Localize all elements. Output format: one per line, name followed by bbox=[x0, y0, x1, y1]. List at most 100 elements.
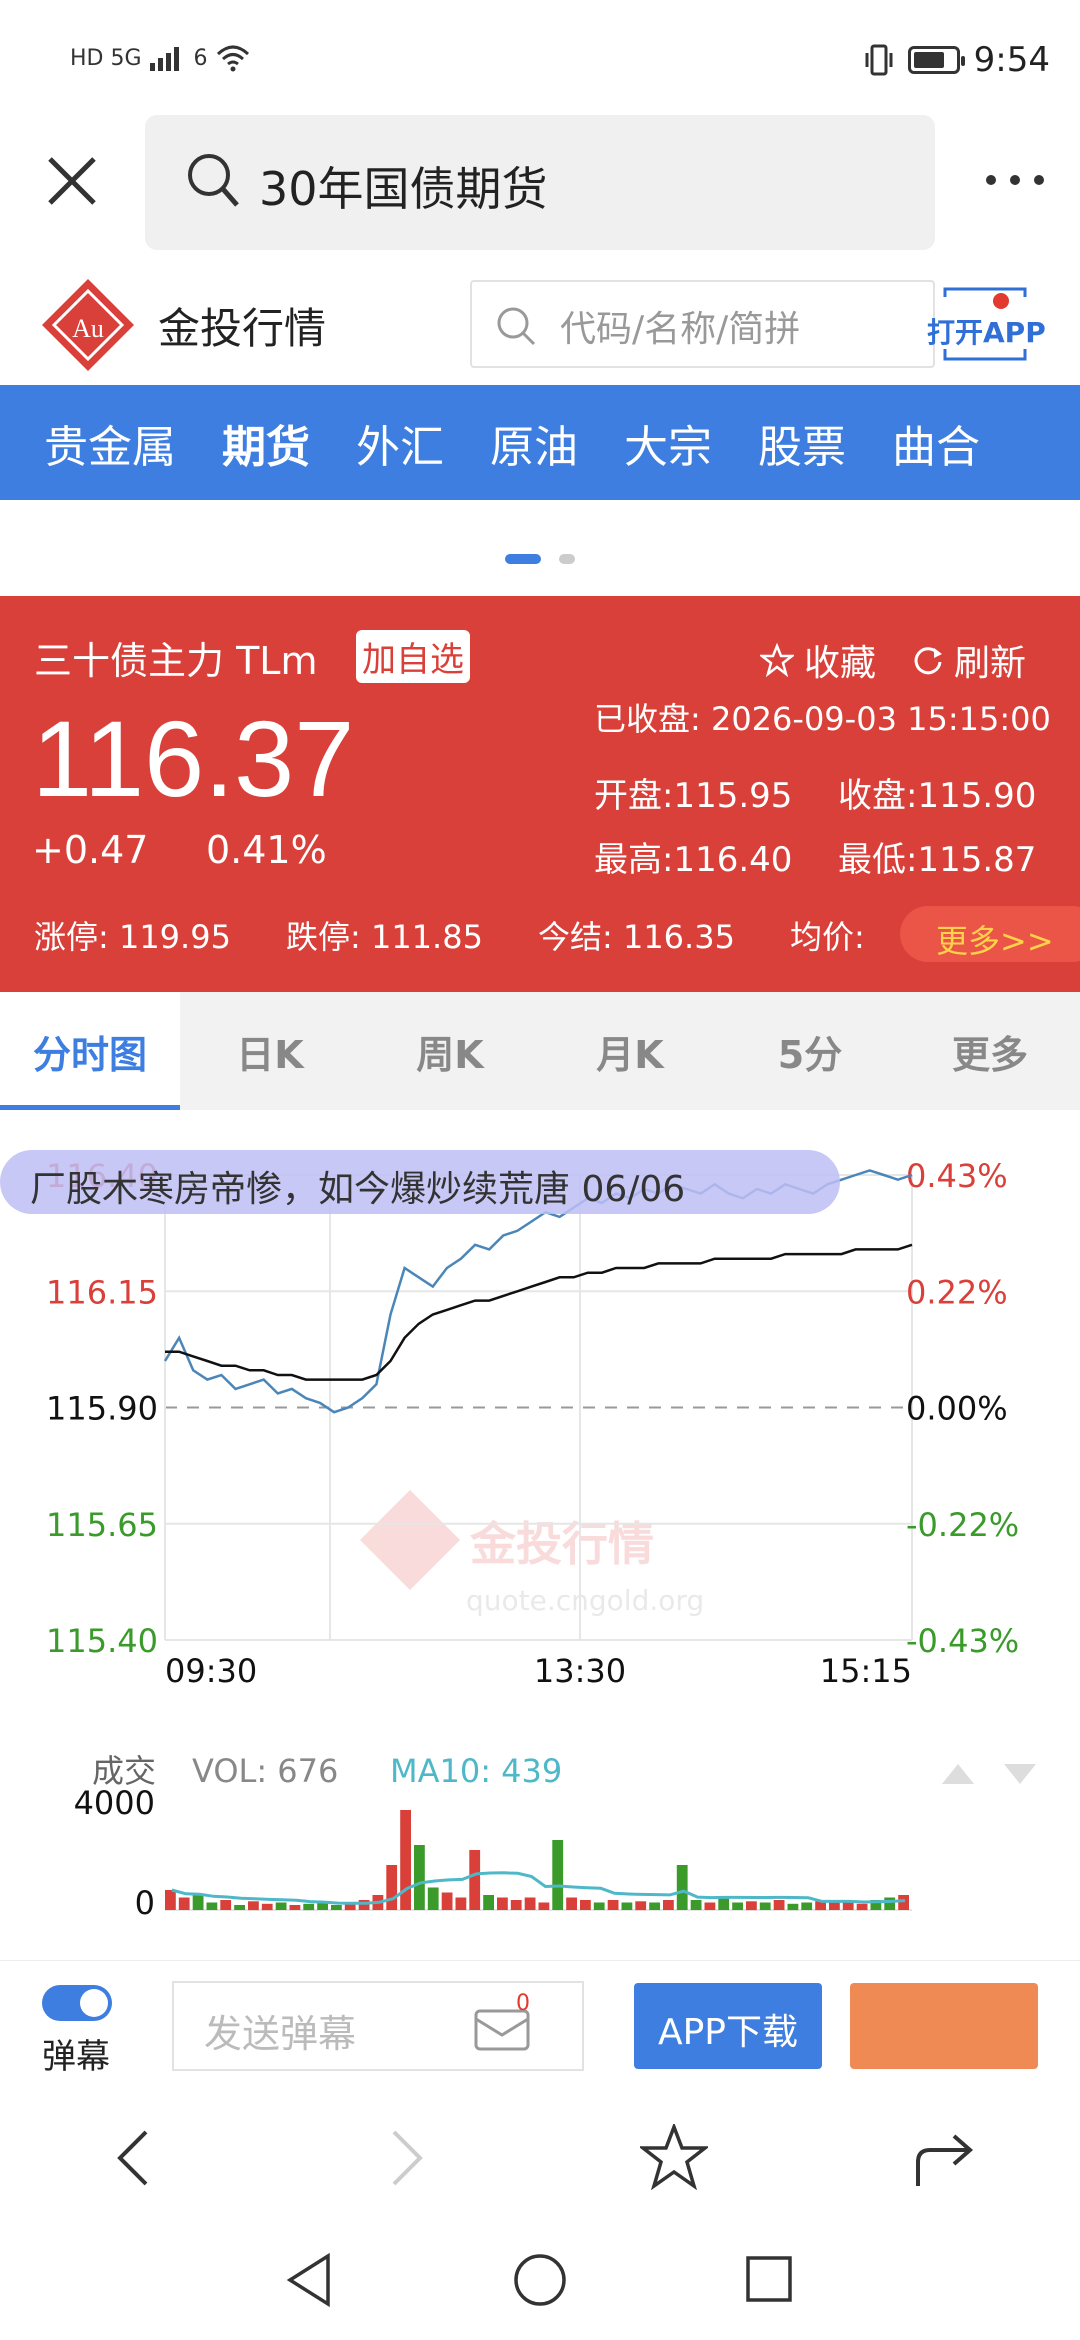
tab-5min[interactable]: 5分 bbox=[720, 992, 900, 1110]
nav-item-forex[interactable]: 外汇 bbox=[356, 411, 444, 475]
address-bar[interactable]: 30年国债期货 bbox=[145, 115, 935, 250]
volume-bar bbox=[165, 1890, 176, 1910]
close-icon[interactable] bbox=[44, 153, 100, 209]
volume-bar bbox=[441, 1892, 453, 1910]
vibrate-icon bbox=[865, 44, 893, 76]
add-watchlist-button[interactable]: 加自选 bbox=[356, 630, 470, 683]
volume-bar bbox=[787, 1903, 799, 1911]
open-app-button[interactable]: 打开APP bbox=[925, 285, 1046, 365]
forward-icon[interactable] bbox=[388, 2128, 428, 2188]
y-tick-label-right: 0.43% bbox=[906, 1157, 1008, 1195]
limit-up: 涨停: 119.95 bbox=[34, 918, 231, 956]
site-search-placeholder: 代码/名称/简拼 bbox=[560, 309, 801, 350]
volume-bar bbox=[856, 1903, 868, 1911]
volume-bar bbox=[289, 1905, 301, 1910]
carousel-pager[interactable] bbox=[0, 554, 1080, 564]
x-tick-label: 13:30 bbox=[534, 1652, 626, 1690]
danmu-toggle[interactable] bbox=[42, 1985, 112, 2021]
high-price: 最高:116.40 bbox=[594, 840, 793, 880]
pager-dot[interactable] bbox=[559, 554, 575, 564]
danmu-placeholder: 发送弹幕 bbox=[204, 2012, 357, 2056]
tab-more[interactable]: 更多 bbox=[900, 992, 1080, 1110]
site-logo[interactable]: Au bbox=[40, 277, 136, 373]
volume-bar bbox=[704, 1902, 716, 1910]
search-query: 30年国债期货 bbox=[259, 162, 548, 216]
search-icon bbox=[497, 307, 536, 346]
system-recents-icon[interactable] bbox=[744, 2254, 794, 2304]
y-axis-left: 116.40116.15115.90115.65115.40 bbox=[46, 1157, 158, 1660]
nav-item-more[interactable]: 曲合 bbox=[892, 411, 980, 475]
danmu-input[interactable]: 发送弹幕 0 bbox=[172, 1981, 584, 2071]
tab-weekly-k[interactable]: 周K bbox=[360, 992, 540, 1110]
nav-item-precious-metals[interactable]: 贵金属 bbox=[44, 411, 176, 475]
volume-header: 成交 VOL: 676 MA10: 439 bbox=[92, 1752, 1036, 1790]
volume-bar bbox=[593, 1902, 605, 1910]
pager-dot-active[interactable] bbox=[505, 554, 541, 564]
volume-bar bbox=[331, 1905, 342, 1910]
favorite-button[interactable]: 收藏 bbox=[760, 634, 876, 686]
system-home-icon[interactable] bbox=[512, 2252, 568, 2308]
nav-item-crude-oil[interactable]: 原油 bbox=[490, 411, 578, 475]
refresh-button[interactable]: 刷新 bbox=[912, 634, 1026, 686]
volume-bar bbox=[635, 1901, 647, 1911]
system-back-icon[interactable] bbox=[284, 2252, 334, 2308]
status-right: 9:54 bbox=[864, 40, 1050, 80]
back-icon[interactable] bbox=[112, 2128, 152, 2188]
volume-bar bbox=[663, 1900, 674, 1910]
danmu-ticker[interactable]: 厂股木寒房帝惨，如今爆炒续荒唐 06/06 bbox=[0, 1150, 840, 1214]
wifi-icon bbox=[216, 45, 249, 72]
tab-intraday[interactable]: 分时图 bbox=[0, 992, 180, 1110]
intraday-chart[interactable]: 金投行情 quote.cngold.org 116.40116.15115.90… bbox=[0, 1110, 1080, 1930]
action-button[interactable] bbox=[850, 1983, 1038, 2069]
battery-icon bbox=[907, 46, 965, 74]
x-axis: 09:30 13:30 15:15 bbox=[165, 1652, 912, 1690]
chart-watermark: 金投行情 quote.cngold.org bbox=[360, 1490, 704, 1617]
zoom-out-icon[interactable] bbox=[1004, 1764, 1036, 1784]
volume-bar bbox=[676, 1865, 688, 1910]
volume-bar bbox=[261, 1903, 273, 1911]
x-tick-label: 09:30 bbox=[165, 1652, 257, 1690]
volume-bar bbox=[538, 1902, 550, 1910]
volume-bar bbox=[455, 1897, 467, 1910]
tab-monthly-k[interactable]: 月K bbox=[540, 992, 720, 1110]
market-status: 已收盘: 2026-09-03 15:15:00 bbox=[594, 700, 1051, 738]
nav-item-futures[interactable]: 期货 bbox=[222, 411, 310, 475]
site-search-input[interactable]: 代码/名称/简拼 bbox=[470, 280, 935, 368]
browser-toolbar bbox=[0, 2092, 1080, 2222]
volume-value: VOL: 676 bbox=[192, 1752, 338, 1790]
volume-bar bbox=[759, 1902, 771, 1910]
volume-tick-label: 4000 bbox=[74, 1784, 155, 1822]
app-download-button[interactable]: APP下载 bbox=[634, 1983, 822, 2069]
category-nav: 贵金属 期货 外汇 原油 大宗 股票 曲合 bbox=[0, 385, 1080, 500]
volume-bar bbox=[842, 1902, 854, 1910]
more-details-button[interactable]: 更多>> bbox=[900, 906, 1080, 962]
volume-bar bbox=[178, 1897, 190, 1910]
volume-bar bbox=[469, 1850, 481, 1910]
volume-bar bbox=[248, 1901, 259, 1911]
volume-bar bbox=[580, 1900, 591, 1910]
volume-tick-label: 0 bbox=[135, 1884, 155, 1922]
volume-bar bbox=[898, 1895, 909, 1910]
y-tick-label: 116.15 bbox=[46, 1273, 158, 1311]
notification-dot bbox=[993, 293, 1009, 309]
volume-bar bbox=[234, 1905, 245, 1910]
nav-item-stocks[interactable]: 股票 bbox=[758, 411, 846, 475]
more-menu-icon[interactable] bbox=[986, 175, 1044, 185]
refresh-label: 刷新 bbox=[954, 643, 1027, 684]
wifi-label: 6 bbox=[193, 45, 208, 71]
volume-bar bbox=[649, 1902, 660, 1910]
zoom-in-icon[interactable] bbox=[942, 1764, 974, 1784]
average-line bbox=[165, 1243, 913, 1381]
comment-bar: 弹幕 发送弹幕 0 APP下载 bbox=[0, 1960, 1080, 2090]
y-tick-label-right: -0.22% bbox=[906, 1506, 1019, 1544]
volume-bar bbox=[621, 1902, 633, 1910]
share-icon[interactable] bbox=[912, 2132, 976, 2188]
nav-item-commodities[interactable]: 大宗 bbox=[624, 411, 712, 475]
tab-daily-k[interactable]: 日K bbox=[180, 992, 360, 1110]
volume-bar bbox=[358, 1900, 370, 1910]
volume-bar bbox=[220, 1900, 232, 1910]
volume-bar bbox=[510, 1900, 522, 1910]
bookmark-star-icon[interactable] bbox=[640, 2124, 708, 2190]
volume-bar bbox=[773, 1900, 785, 1910]
x-tick-label: 15:15 bbox=[820, 1652, 912, 1690]
